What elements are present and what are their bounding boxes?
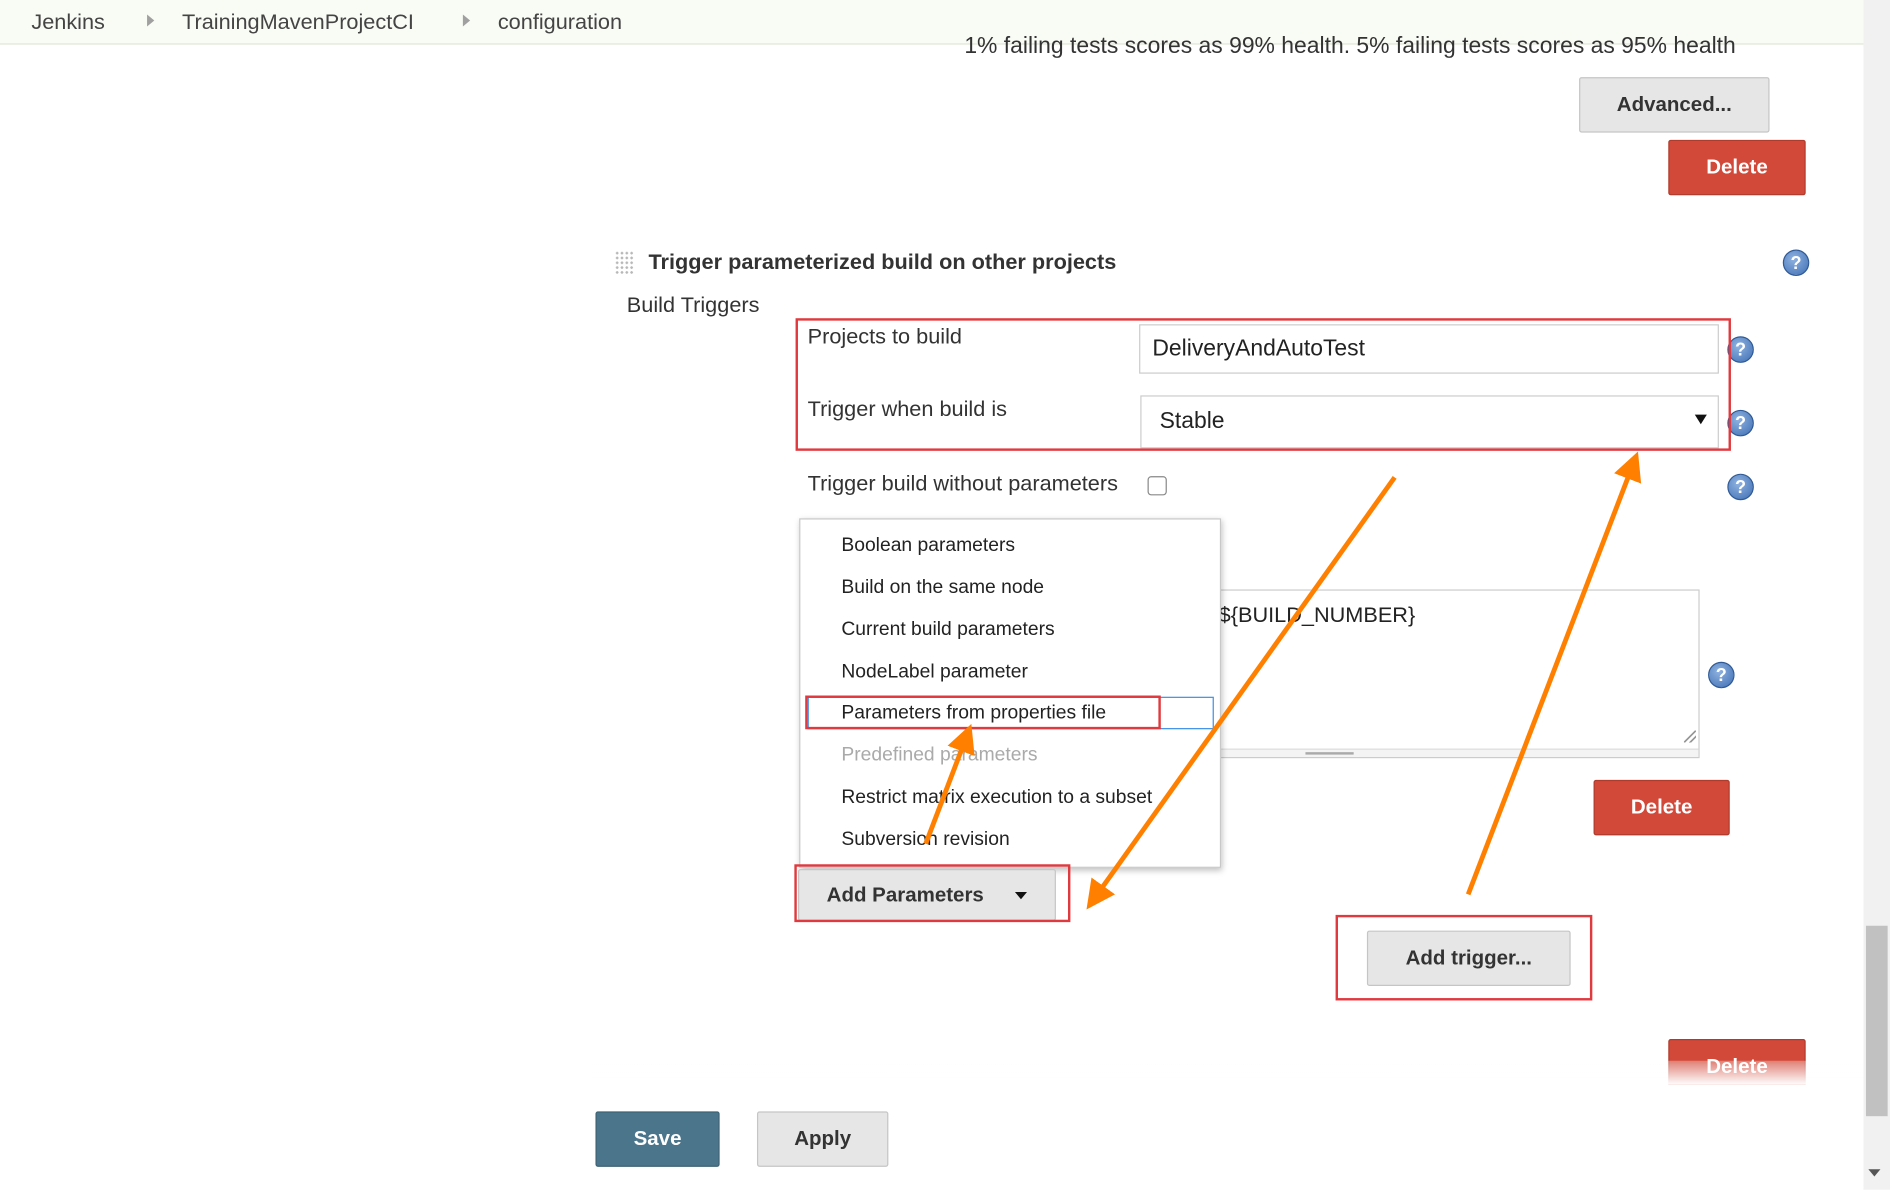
annotation-arrows xyxy=(923,451,1642,910)
annotation-arrow xyxy=(1086,475,1397,910)
annotation-arrow xyxy=(1465,451,1642,896)
annotation-arrow xyxy=(923,723,975,845)
